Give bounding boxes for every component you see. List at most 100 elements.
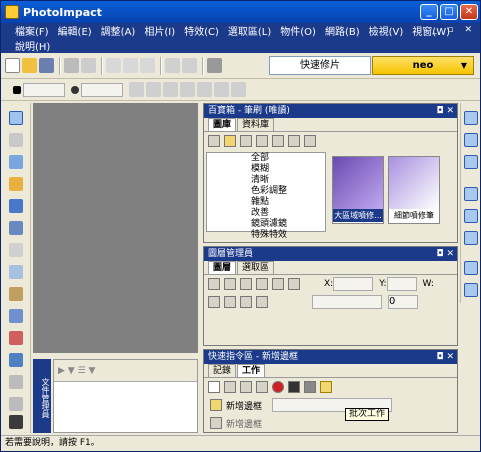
tab-task[interactable]: 工作	[237, 364, 266, 377]
import-icon[interactable]	[240, 381, 252, 393]
zoom-icon[interactable]	[240, 278, 252, 290]
play-icon[interactable]	[288, 381, 300, 393]
image-icon[interactable]	[272, 135, 284, 147]
lock-icon[interactable]	[288, 278, 300, 290]
blend-mode-select[interactable]	[312, 295, 382, 309]
checkbox-icon[interactable]	[208, 381, 220, 393]
workspace-canvas[interactable]	[33, 103, 198, 353]
tree-item[interactable]: 清晰	[207, 175, 325, 186]
undo-icon[interactable]	[165, 58, 180, 73]
group-icon[interactable]	[224, 296, 236, 308]
tree-item[interactable]: 色彩調整	[207, 186, 325, 197]
magnifier-icon[interactable]	[9, 375, 23, 389]
layer-toggle-icon[interactable]	[464, 133, 478, 147]
doc-window-controls[interactable]: _ ▫ ✕	[432, 25, 476, 35]
chevron-down-icon[interactable]: ▼	[457, 59, 471, 72]
paint-tool-icon[interactable]	[9, 177, 23, 191]
home-icon[interactable]	[208, 135, 220, 147]
tab-gallery[interactable]: 圖庫	[208, 118, 237, 131]
add-icon[interactable]	[224, 381, 236, 393]
quick-fix-button[interactable]: 快速修片	[269, 56, 371, 75]
layer-icon[interactable]	[208, 278, 220, 290]
align-right-icon[interactable]	[214, 82, 229, 97]
opacity-field[interactable]: 0	[388, 295, 418, 309]
align-top-icon[interactable]	[129, 82, 144, 97]
tree-item[interactable]: 模糊	[207, 164, 325, 175]
menu-item-1[interactable]: 編輯(E)	[58, 23, 92, 38]
menu-item-help-0[interactable]: 說明(H)	[15, 38, 50, 53]
tab-history[interactable]: 記錄	[208, 364, 237, 377]
distribute-icon[interactable]	[231, 82, 246, 97]
shape-spinner[interactable]	[81, 82, 123, 97]
clone-tool-icon[interactable]	[9, 287, 23, 301]
tab-layers[interactable]: 圖層	[208, 261, 237, 274]
menu-item-5[interactable]: 選取區(L)	[228, 23, 271, 38]
color-swatch-icon[interactable]	[13, 85, 21, 94]
info-toggle-icon[interactable]	[464, 231, 478, 245]
view-icon[interactable]	[272, 278, 284, 290]
shape-icon[interactable]	[71, 85, 79, 94]
open-icon[interactable]	[22, 58, 37, 73]
transform-tool-icon[interactable]	[9, 133, 23, 147]
tab-selection[interactable]: 選取區	[237, 261, 275, 274]
panel-close-icon[interactable]: ◘ ✕	[436, 350, 454, 364]
cut-icon[interactable]	[106, 58, 121, 73]
blend-icon[interactable]	[256, 296, 268, 308]
menu-item-2[interactable]: 調整(A)	[101, 23, 136, 38]
person-icon[interactable]	[240, 135, 252, 147]
menu-item-3[interactable]: 相片(I)	[144, 23, 175, 38]
tree-item[interactable]: 特殊特效	[207, 230, 325, 241]
redo-icon[interactable]	[182, 58, 197, 73]
help-toggle-icon[interactable]	[464, 283, 478, 297]
copy-icon[interactable]	[123, 58, 138, 73]
thumbnail-airbrush-detail[interactable]: 細節噴修筆	[388, 156, 440, 224]
preview-icon[interactable]	[81, 58, 96, 73]
color-picker-icon[interactable]	[9, 415, 23, 429]
list-icon[interactable]	[256, 135, 268, 147]
stamp-tool-icon[interactable]	[9, 309, 23, 323]
document-toggle-icon[interactable]	[464, 187, 478, 201]
merge-icon[interactable]	[256, 278, 268, 290]
menu-item-8[interactable]: 檢視(V)	[369, 23, 404, 38]
save-icon[interactable]	[39, 58, 54, 73]
paste-icon[interactable]	[140, 58, 155, 73]
selection-tool-icon[interactable]	[9, 155, 23, 169]
menu-item-6[interactable]: 物件(O)	[280, 23, 316, 38]
y-field[interactable]	[386, 277, 417, 291]
panel-close-icon[interactable]: ◘ ✕	[436, 247, 454, 261]
new-icon[interactable]	[5, 58, 20, 73]
maximize-button[interactable]: □	[440, 4, 458, 20]
stop-icon[interactable]	[304, 381, 316, 393]
copy-icon[interactable]	[304, 135, 316, 147]
easypalette-toggle-icon[interactable]	[464, 111, 478, 125]
eraser-tool-icon[interactable]	[9, 331, 23, 345]
tree-item[interactable]: 雜點	[207, 197, 325, 208]
align-left-icon[interactable]	[180, 82, 195, 97]
eyedropper-icon[interactable]	[9, 397, 23, 411]
panel-close-icon[interactable]: ◘ ✕	[436, 104, 454, 118]
command-toggle-icon[interactable]	[464, 155, 478, 169]
crop-tool-icon[interactable]	[9, 243, 23, 257]
tab-library[interactable]: 資料庫	[237, 118, 275, 131]
play-icon[interactable]: ▶ ▼ ☰ ▼	[58, 366, 95, 376]
align-center-icon[interactable]	[197, 82, 212, 97]
size-spinner[interactable]	[23, 82, 65, 97]
record-icon[interactable]	[272, 381, 284, 393]
delete-icon[interactable]	[240, 296, 252, 308]
histogram-toggle-icon[interactable]	[464, 261, 478, 275]
pick-tool-icon[interactable]	[9, 111, 23, 125]
eraser-icon[interactable]	[208, 296, 220, 308]
text-tool-icon[interactable]	[9, 199, 23, 213]
align-middle-icon[interactable]	[146, 82, 161, 97]
menu-item-0[interactable]: 檔案(F)	[15, 23, 49, 38]
path-tool-icon[interactable]	[9, 221, 23, 235]
search-icon[interactable]	[288, 135, 300, 147]
layer-copy-icon[interactable]	[224, 278, 236, 290]
tree-item[interactable]: 鏡頭濾鏡	[207, 219, 325, 230]
batch-icon[interactable]	[320, 381, 332, 393]
folder-icon[interactable]	[224, 135, 236, 147]
neo-button[interactable]: neo ▼	[372, 56, 474, 75]
print-icon[interactable]	[64, 58, 79, 73]
minimize-button[interactable]: _	[420, 4, 438, 20]
x-field[interactable]	[333, 277, 374, 291]
